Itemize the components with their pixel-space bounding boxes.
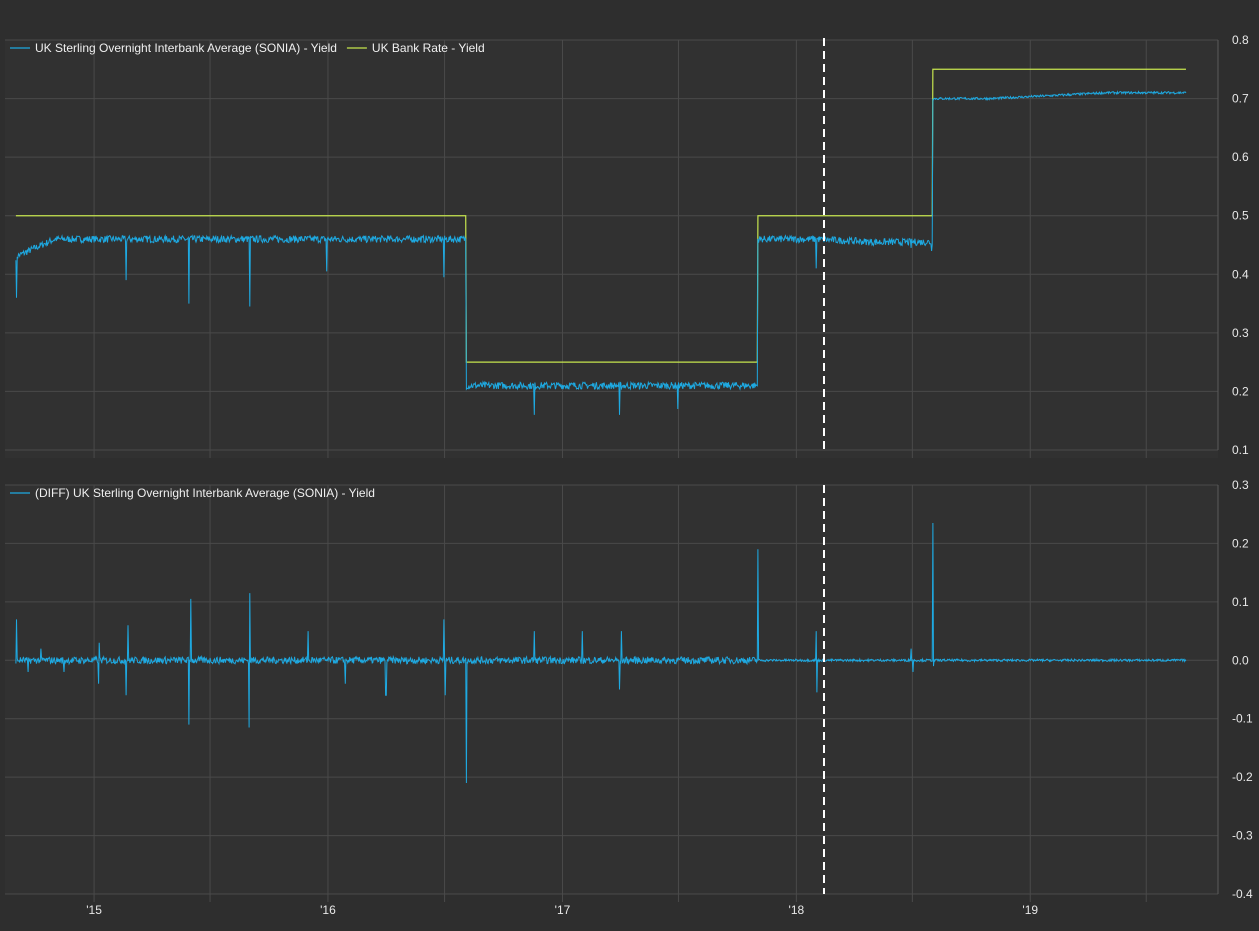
top-y-tick-label: 0.4 — [1232, 267, 1249, 281]
x-tick-label: '17 — [555, 903, 571, 917]
x-tick-label: '19 — [1022, 903, 1038, 917]
bottom-y-tick-label: 0.1 — [1232, 595, 1249, 609]
chart-svg: 0.1 0.2 0.3 0.4 0.5 0.6 0.7 0.8 -0.4 -0.3 -0.2 -0.1… — [0, 0, 1259, 926]
bottom-y-tick-label: -0.4 — [1232, 887, 1253, 901]
legend-label: UK Bank Rate - Yield — [372, 41, 485, 55]
top-y-tick-label: 0.3 — [1232, 326, 1249, 340]
top-y-tick-label: 0.8 — [1232, 33, 1249, 47]
top-y-tick-label: 0.7 — [1232, 92, 1249, 106]
top-panel-plot-area — [5, 40, 1218, 458]
top-y-tick-label: 0.1 — [1232, 443, 1249, 457]
bottom-y-tick-label: 0.2 — [1232, 536, 1249, 550]
x-tick-label: '16 — [320, 903, 336, 917]
legend-label: (DIFF) UK Sterling Overnight Interbank A… — [35, 486, 375, 500]
x-tick-label: '18 — [789, 903, 805, 917]
top-y-tick-label: 0.5 — [1232, 209, 1249, 223]
x-tick-label: '15 — [86, 903, 102, 917]
bottom-y-tick-label: -0.1 — [1232, 712, 1253, 726]
bottom-y-tick-label: -0.2 — [1232, 770, 1253, 784]
bottom-y-tick-label: -0.3 — [1232, 829, 1253, 843]
bottom-y-tick-label: 0.0 — [1232, 653, 1249, 667]
bottom-y-tick-label: 0.3 — [1232, 478, 1249, 492]
top-y-tick-label: 0.2 — [1232, 384, 1249, 398]
top-y-tick-label: 0.6 — [1232, 150, 1249, 164]
chart-root: 0.1 0.2 0.3 0.4 0.5 0.6 0.7 0.8 -0.4 -0.3 -0.2 -0.1… — [0, 0, 1259, 926]
bottom-panel-plot-area — [5, 485, 1218, 894]
legend-label: UK Sterling Overnight Interbank Average … — [35, 41, 337, 55]
